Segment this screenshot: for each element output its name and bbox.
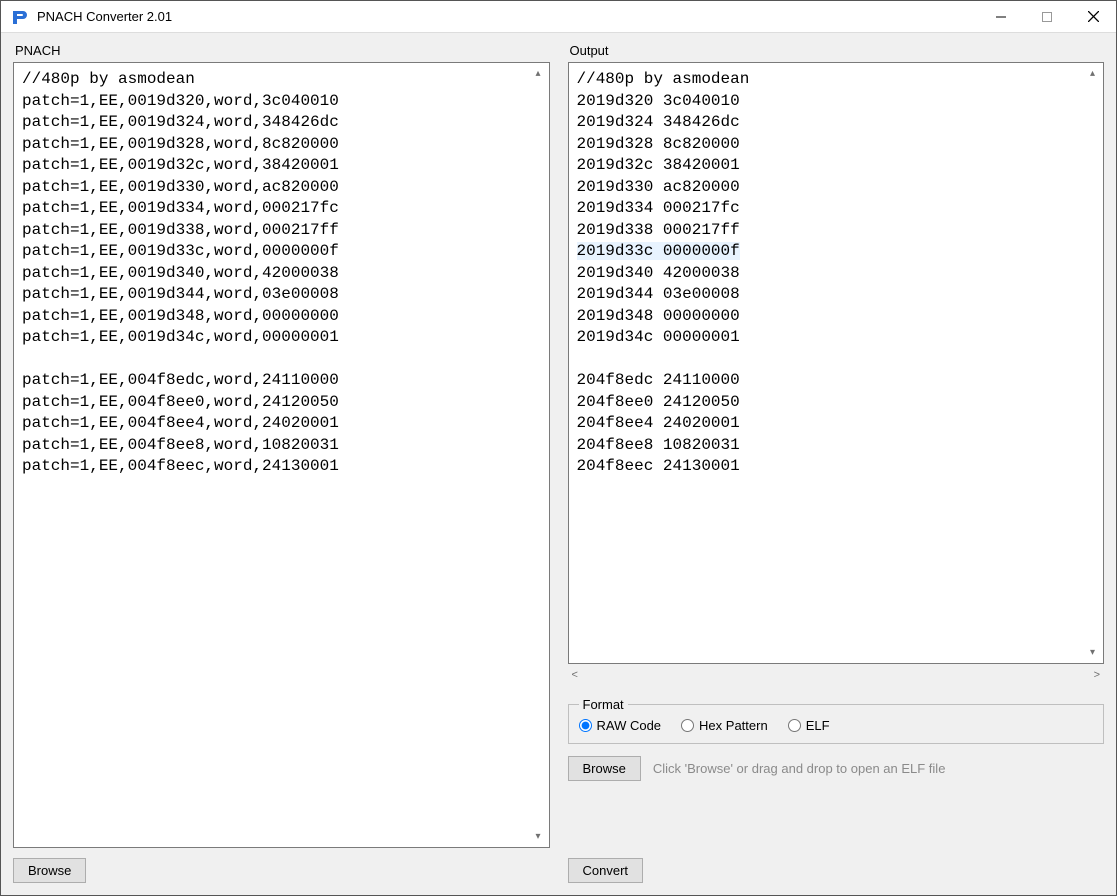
- elf-browse-button[interactable]: Browse: [568, 756, 641, 781]
- client-area: PNACH //480p by asmodean patch=1,EE,0019…: [1, 33, 1116, 895]
- scroll-up-icon[interactable]: ▴: [530, 65, 547, 82]
- maximize-button[interactable]: [1024, 1, 1070, 32]
- app-window: PNACH Converter 2.01 PNACH //480p by asm…: [0, 0, 1117, 896]
- format-legend: Format: [579, 697, 628, 712]
- pnach-label: PNACH: [15, 43, 550, 58]
- output-label: Output: [570, 43, 1105, 58]
- format-hex-label: Hex Pattern: [699, 718, 768, 733]
- output-panel: Output //480p by asmodean 2019d320 3c040…: [568, 43, 1105, 848]
- scroll-right-icon[interactable]: >: [1094, 669, 1100, 681]
- pnach-textarea-wrap: //480p by asmodean patch=1,EE,0019d320,w…: [13, 62, 550, 848]
- output-textarea-wrap: //480p by asmodean 2019d320 3c040010 201…: [568, 62, 1105, 664]
- window-controls: [978, 1, 1116, 32]
- elf-row: Browse Click 'Browse' or drag and drop t…: [568, 756, 1105, 781]
- format-group: Format RAW Code Hex Pattern ELF: [568, 697, 1105, 744]
- format-elf-label: ELF: [806, 718, 830, 733]
- close-button[interactable]: [1070, 1, 1116, 32]
- format-hex-radio[interactable]: [681, 719, 694, 732]
- format-raw-option[interactable]: RAW Code: [579, 718, 662, 733]
- pnach-browse-button[interactable]: Browse: [13, 858, 86, 883]
- titlebar: PNACH Converter 2.01: [1, 1, 1116, 33]
- format-elf-option[interactable]: ELF: [788, 718, 830, 733]
- format-raw-radio[interactable]: [579, 719, 592, 732]
- output-text-pre: //480p by asmodean 2019d320 3c040010 201…: [577, 70, 750, 239]
- minimize-button[interactable]: [978, 1, 1024, 32]
- output-text-post: 2019d340 42000038 2019d344 03e00008 2019…: [577, 264, 740, 476]
- footer-row: Browse Convert: [13, 858, 1104, 883]
- convert-button[interactable]: Convert: [568, 858, 644, 883]
- format-raw-label: RAW Code: [597, 718, 662, 733]
- format-elf-radio[interactable]: [788, 719, 801, 732]
- scroll-left-icon[interactable]: <: [572, 669, 578, 681]
- format-hex-option[interactable]: Hex Pattern: [681, 718, 768, 733]
- output-hscrollbar[interactable]: < >: [568, 666, 1105, 683]
- output-textarea[interactable]: //480p by asmodean 2019d320 3c040010 201…: [569, 63, 1104, 663]
- app-icon: [9, 6, 31, 28]
- scroll-down-icon[interactable]: ▾: [530, 828, 547, 845]
- scroll-down-icon[interactable]: ▾: [1084, 644, 1101, 661]
- pnach-textarea[interactable]: //480p by asmodean patch=1,EE,0019d320,w…: [14, 63, 549, 847]
- pnach-panel: PNACH //480p by asmodean patch=1,EE,0019…: [13, 43, 550, 848]
- elf-hint: Click 'Browse' or drag and drop to open …: [653, 761, 946, 776]
- window-title: PNACH Converter 2.01: [37, 9, 172, 24]
- scroll-up-icon[interactable]: ▴: [1084, 65, 1101, 82]
- output-text-highlight: 2019d33c 0000000f: [577, 242, 740, 260]
